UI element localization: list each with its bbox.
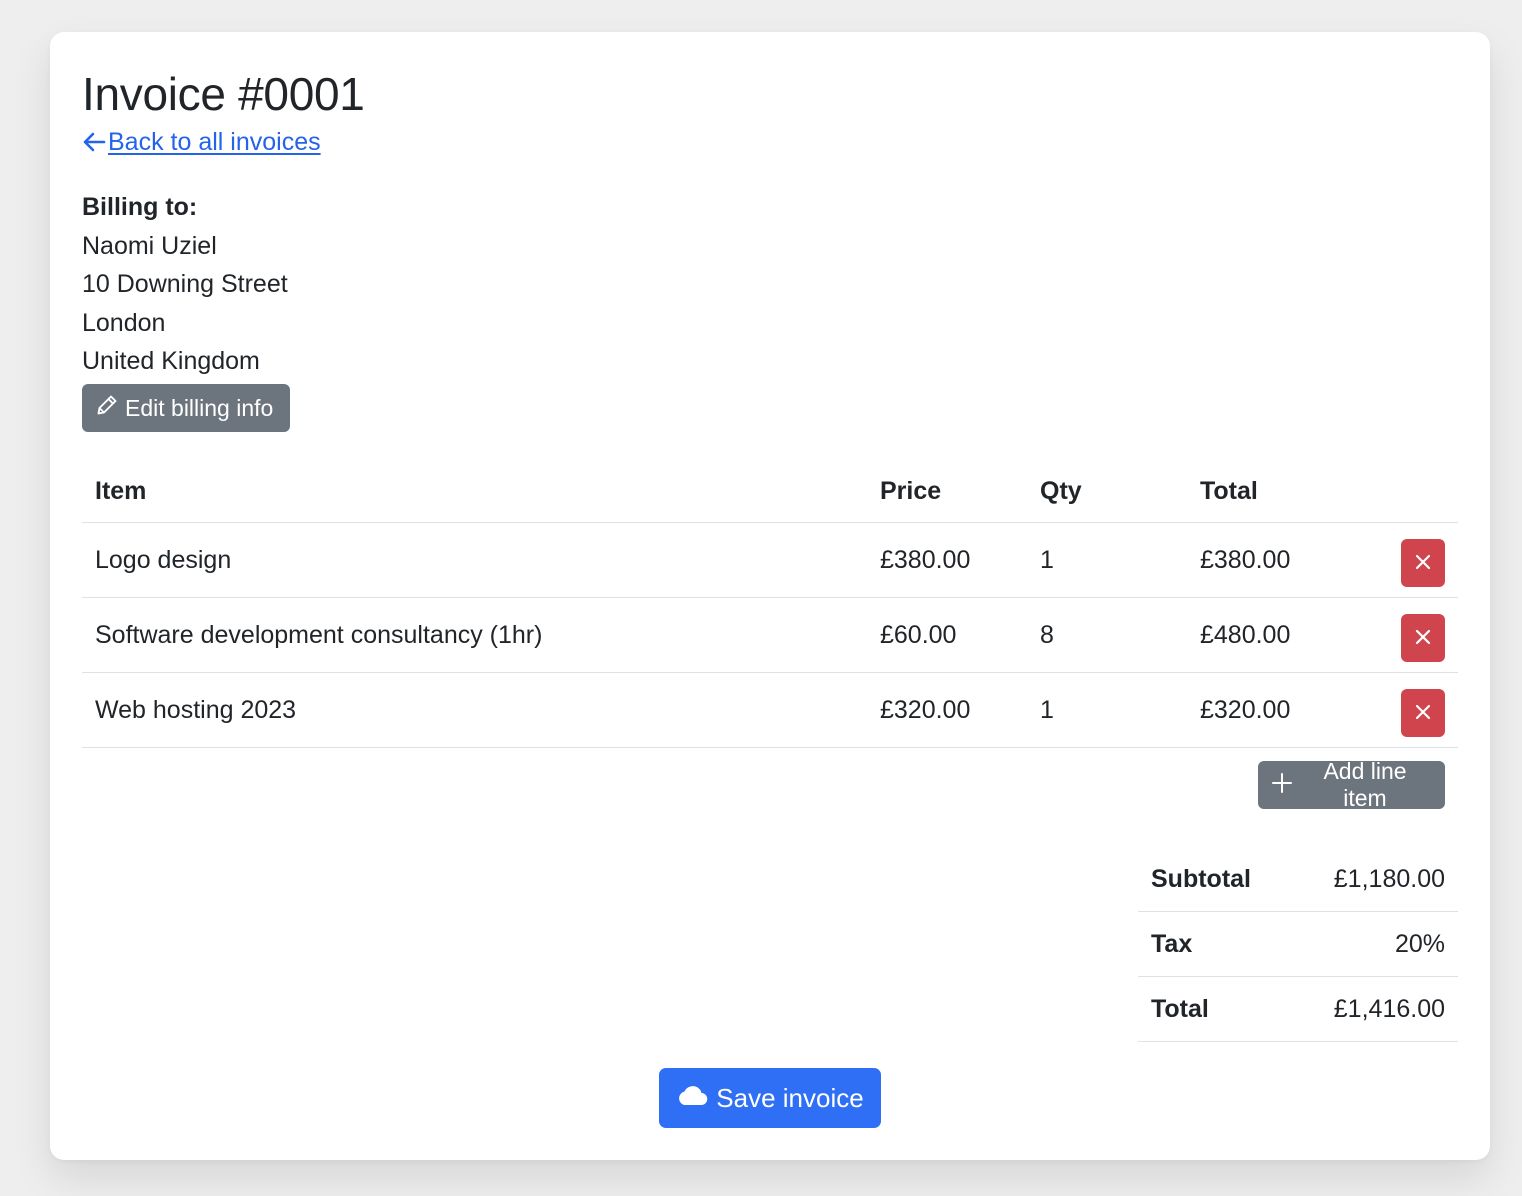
back-to-invoices-link[interactable]: Back to all invoices	[82, 126, 321, 158]
item-price: £320.00	[867, 672, 1027, 748]
close-icon	[1415, 704, 1431, 723]
close-icon	[1415, 629, 1431, 648]
billing-label: Billing to:	[82, 193, 198, 221]
subtotal-label: Subtotal	[1138, 847, 1292, 912]
totals-table: Subtotal £1,180.00 Tax 20% Total £1,416.…	[1138, 847, 1458, 1042]
cloud-icon	[676, 1083, 708, 1114]
delete-item-button[interactable]	[1401, 614, 1445, 662]
item-name: Web hosting 2023	[82, 672, 867, 748]
total-row: Total £1,416.00	[1138, 976, 1458, 1042]
pencil-icon	[96, 394, 118, 422]
page-title: Invoice #0001	[82, 68, 365, 120]
item-total: £320.00	[1187, 672, 1358, 748]
tax-row: Tax 20%	[1138, 911, 1458, 977]
total-value: £1,416.00	[1291, 976, 1458, 1042]
add-line-item-label: Add line item	[1323, 758, 1407, 811]
item-name: Software development consultancy (1hr)	[82, 597, 867, 673]
billing-address: 10 Downing Street	[82, 270, 288, 298]
item-name: Logo design	[82, 522, 867, 598]
item-qty: 1	[1027, 672, 1187, 748]
edit-billing-label: Edit billing info	[125, 394, 274, 421]
tax-label: Tax	[1138, 911, 1292, 977]
total-label: Total	[1138, 976, 1292, 1042]
line-items-table: Item Price Qty Total Logo design £380.00…	[82, 460, 1458, 748]
column-header-item: Item	[82, 460, 867, 523]
arrow-left-icon	[82, 131, 106, 153]
subtotal-value: £1,180.00	[1291, 847, 1458, 912]
item-qty: 8	[1027, 597, 1187, 673]
item-price: £380.00	[867, 522, 1027, 598]
back-link-label: Back to all invoices	[108, 128, 321, 156]
billing-city: London	[82, 308, 166, 337]
table-row: Software development consultancy (1hr) £…	[82, 597, 1458, 673]
billing-info: Billing to: Naomi Uziel 10 Downing Stree…	[82, 188, 288, 381]
table-row: Logo design £380.00 1 £380.00	[82, 522, 1458, 598]
invoice-card: Invoice #0001 Back to all invoices Billi…	[50, 32, 1490, 1160]
item-qty: 1	[1027, 522, 1187, 598]
save-invoice-label: Save invoice	[716, 1082, 864, 1113]
column-header-actions	[1358, 460, 1458, 523]
item-total: £480.00	[1187, 597, 1358, 673]
delete-item-button[interactable]	[1401, 539, 1445, 587]
subtotal-row: Subtotal £1,180.00	[1138, 847, 1458, 912]
delete-item-button[interactable]	[1401, 689, 1445, 737]
billing-country: United Kingdom	[82, 347, 260, 375]
add-line-item-button[interactable]: Add line item	[1258, 758, 1445, 811]
table-row: Web hosting 2023 £320.00 1 £320.00	[82, 672, 1458, 748]
column-header-price: Price	[867, 460, 1027, 523]
column-header-qty: Qty	[1027, 460, 1187, 523]
table-header-row: Item Price Qty Total	[82, 460, 1458, 523]
edit-billing-button[interactable]: Edit billing info	[82, 384, 290, 432]
tax-value: 20%	[1291, 911, 1458, 977]
billing-name: Naomi Uziel	[82, 231, 217, 260]
save-invoice-button[interactable]: Save invoice	[659, 1068, 881, 1128]
close-icon	[1415, 554, 1431, 573]
item-price: £60.00	[867, 597, 1027, 673]
item-total: £380.00	[1187, 522, 1358, 598]
column-header-total: Total	[1187, 460, 1358, 523]
plus-icon	[1272, 772, 1292, 799]
